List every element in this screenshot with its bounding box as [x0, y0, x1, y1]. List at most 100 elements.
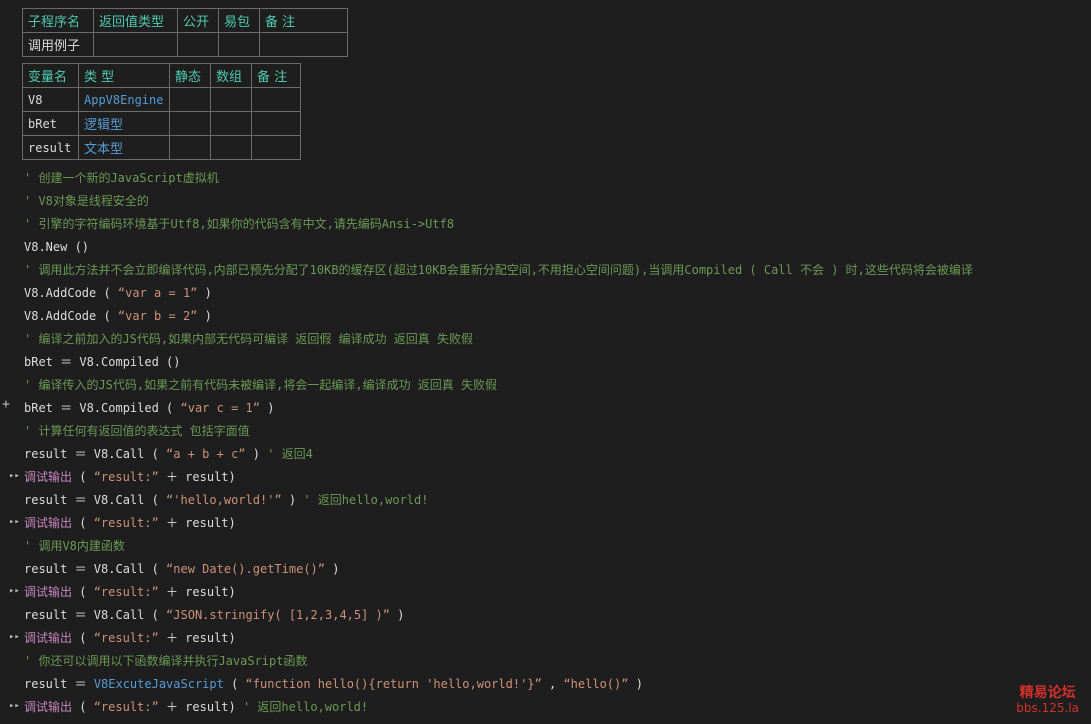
code-text: bRet ＝ V8.Compiled ( — [24, 401, 181, 415]
var-remark-cell[interactable] — [251, 87, 301, 112]
code-text: ＋ result) — [158, 470, 236, 484]
code-comment[interactable]: ' 计算任何有返回值的表达式 包括字面值 — [24, 421, 250, 441]
code-text: ( — [72, 631, 94, 645]
expand-arrow-icon[interactable]: ▸▸ — [9, 586, 20, 596]
code-line[interactable]: result ＝ V8.Call ( “a + b + c” ) ' 返回4 — [24, 444, 313, 464]
code-comment[interactable]: ' 编译传入的JS代码,如果之前有代码未被编译,将会一起编译,编译成功 返回真 … — [24, 375, 497, 395]
string-literal: “result:” — [93, 700, 159, 714]
string-literal: “new Date().getTime()” — [166, 562, 325, 576]
proc-header-easy-pack: 易包 — [218, 8, 260, 33]
forum-watermark: 精易论坛 bbs.125.la — [1016, 686, 1079, 716]
code-text: ( — [223, 677, 246, 691]
proc-public-cell[interactable] — [177, 32, 219, 57]
var-header-array: 数组 — [210, 63, 252, 88]
string-literal: “result:” — [93, 631, 159, 645]
code-comment[interactable]: ' 编译之前加入的JS代码,如果内部无代码可编译 返回假 编译成功 返回真 失败… — [24, 329, 473, 349]
proc-header-name: 子程序名 — [22, 8, 94, 33]
proc-header-remark: 备 注 — [259, 8, 348, 33]
var-array-cell[interactable] — [210, 87, 252, 112]
debug-output-keyword: 调试输出 — [24, 700, 73, 714]
var-remark-cell[interactable] — [251, 135, 301, 160]
code-text: ＋ result) — [158, 700, 243, 714]
cursor-plus-icon: + — [2, 397, 10, 412]
code-text: result ＝ V8.Call ( — [24, 493, 167, 507]
function-name: V8ExcuteJavaScript — [93, 677, 224, 691]
code-comment[interactable]: ' 调用此方法并不会立即编译代码,内部已预先分配了10KB的缓存区(超过10KB… — [24, 260, 973, 280]
var-header-static: 静态 — [169, 63, 211, 88]
var-header-type: 类 型 — [78, 63, 170, 88]
var-name-cell[interactable]: result — [22, 135, 79, 160]
code-text: ) — [628, 677, 643, 691]
expand-arrow-icon[interactable]: ▸▸ — [9, 632, 20, 642]
string-literal: “a + b + c” — [166, 447, 246, 461]
var-array-cell[interactable] — [210, 111, 252, 136]
expand-arrow-icon[interactable]: ▸▸ — [9, 471, 20, 481]
code-comment[interactable]: ' V8对象是线程安全的 — [24, 191, 149, 211]
code-comment[interactable]: ' 你还可以调用以下函数编译并执行JavaSript函数 — [24, 651, 307, 671]
code-line[interactable]: result ＝ V8.Call ( “new Date().getTime()… — [24, 559, 339, 579]
code-line[interactable]: 调试输出 ( “result:” ＋ result) — [24, 582, 236, 602]
code-text: ) — [259, 401, 275, 415]
var-header-name: 变量名 — [22, 63, 79, 88]
string-literal: “result:” — [93, 585, 159, 599]
debug-output-keyword: 调试输出 — [24, 631, 73, 645]
code-line[interactable]: 调试输出 ( “result:” ＋ result) — [24, 628, 236, 648]
var-name-cell[interactable]: bRet — [22, 111, 79, 136]
procedure-table: 子程序名 返回值类型 公开 易包 备 注 调用例子 — [22, 8, 348, 57]
string-literal: “hello()” — [563, 677, 629, 691]
code-text: result ＝ V8.Call ( — [24, 608, 167, 622]
code-text: ( — [72, 516, 94, 530]
code-text: ) — [245, 447, 268, 461]
string-literal: “JSON.stringify( [1,2,3,4,5] )” — [166, 608, 391, 622]
code-text: V8.AddCode ( — [24, 286, 118, 300]
proc-name-cell[interactable]: 调用例子 — [22, 32, 94, 57]
code-comment[interactable]: ' 创建一个新的JavaScript虚拟机 — [24, 168, 219, 188]
code-text: result ＝ V8.Call ( — [24, 447, 167, 461]
code-line[interactable]: result ＝ V8ExcuteJavaScript ( “function … — [24, 674, 643, 694]
proc-header-return-type: 返回值类型 — [93, 8, 178, 33]
debug-output-keyword: 调试输出 — [24, 585, 73, 599]
code-line[interactable]: V8.New () — [24, 237, 89, 257]
variable-table: 变量名 类 型 静态 数组 备 注 V8 AppV8Engine bRet 逻辑… — [22, 63, 301, 160]
proc-easy-pack-cell[interactable] — [218, 32, 260, 57]
var-header-remark: 备 注 — [251, 63, 301, 88]
code-text: ) — [325, 562, 340, 576]
var-static-cell[interactable] — [169, 111, 211, 136]
code-line[interactable]: bRet ＝ V8.Compiled () — [24, 352, 181, 372]
proc-return-type-cell[interactable] — [93, 32, 178, 57]
code-line[interactable]: V8.AddCode ( “var a = 1” ) — [24, 283, 212, 303]
code-line[interactable]: 调试输出 ( “result:” ＋ result) — [24, 467, 236, 487]
code-text: ) — [390, 608, 405, 622]
string-literal: “var c = 1” — [180, 401, 260, 415]
code-text: result ＝ V8.Call ( — [24, 562, 167, 576]
proc-remark-cell[interactable] — [259, 32, 348, 57]
var-static-cell[interactable] — [169, 135, 211, 160]
code-text: ) — [197, 286, 212, 300]
code-line[interactable]: 调试输出 ( “result:” ＋ result) ' 返回hello,wor… — [24, 697, 368, 717]
code-text: V8.AddCode ( — [24, 309, 118, 323]
code-line[interactable]: 调试输出 ( “result:” ＋ result) — [24, 513, 236, 533]
var-static-cell[interactable] — [169, 87, 211, 112]
code-text: , — [541, 677, 564, 691]
debug-output-keyword: 调试输出 — [24, 470, 73, 484]
debug-output-keyword: 调试输出 — [24, 516, 73, 530]
code-text: ) — [197, 309, 212, 323]
expand-arrow-icon[interactable]: ▸▸ — [9, 517, 20, 527]
expand-arrow-icon[interactable]: ▸▸ — [9, 701, 20, 711]
code-line[interactable]: result ＝ V8.Call ( “JSON.stringify( [1,2… — [24, 605, 404, 625]
var-name-cell[interactable]: V8 — [22, 87, 79, 112]
var-array-cell[interactable] — [210, 135, 252, 160]
code-text: ) — [281, 493, 304, 507]
var-type-cell[interactable]: AppV8Engine — [78, 87, 170, 112]
code-comment[interactable]: ' 引擎的字符编码环境基于Utf8,如果你的代码含有中文,请先编码Ansi->U… — [24, 214, 454, 234]
code-text: ＋ result) — [158, 631, 236, 645]
code-comment[interactable]: ' 调用V8内建函数 — [24, 536, 125, 556]
var-type-cell[interactable]: 文本型 — [78, 135, 170, 160]
string-literal: “result:” — [93, 470, 159, 484]
var-type-cell[interactable]: 逻辑型 — [78, 111, 170, 136]
code-line[interactable]: bRet ＝ V8.Compiled ( “var c = 1” ) — [24, 398, 274, 418]
var-remark-cell[interactable] — [251, 111, 301, 136]
code-line[interactable]: V8.AddCode ( “var b = 2” ) — [24, 306, 212, 326]
string-literal: “function hello(){return 'hello,world!'}… — [245, 677, 542, 691]
code-line[interactable]: result ＝ V8.Call ( “'hello,world!'” ) ' … — [24, 490, 428, 510]
